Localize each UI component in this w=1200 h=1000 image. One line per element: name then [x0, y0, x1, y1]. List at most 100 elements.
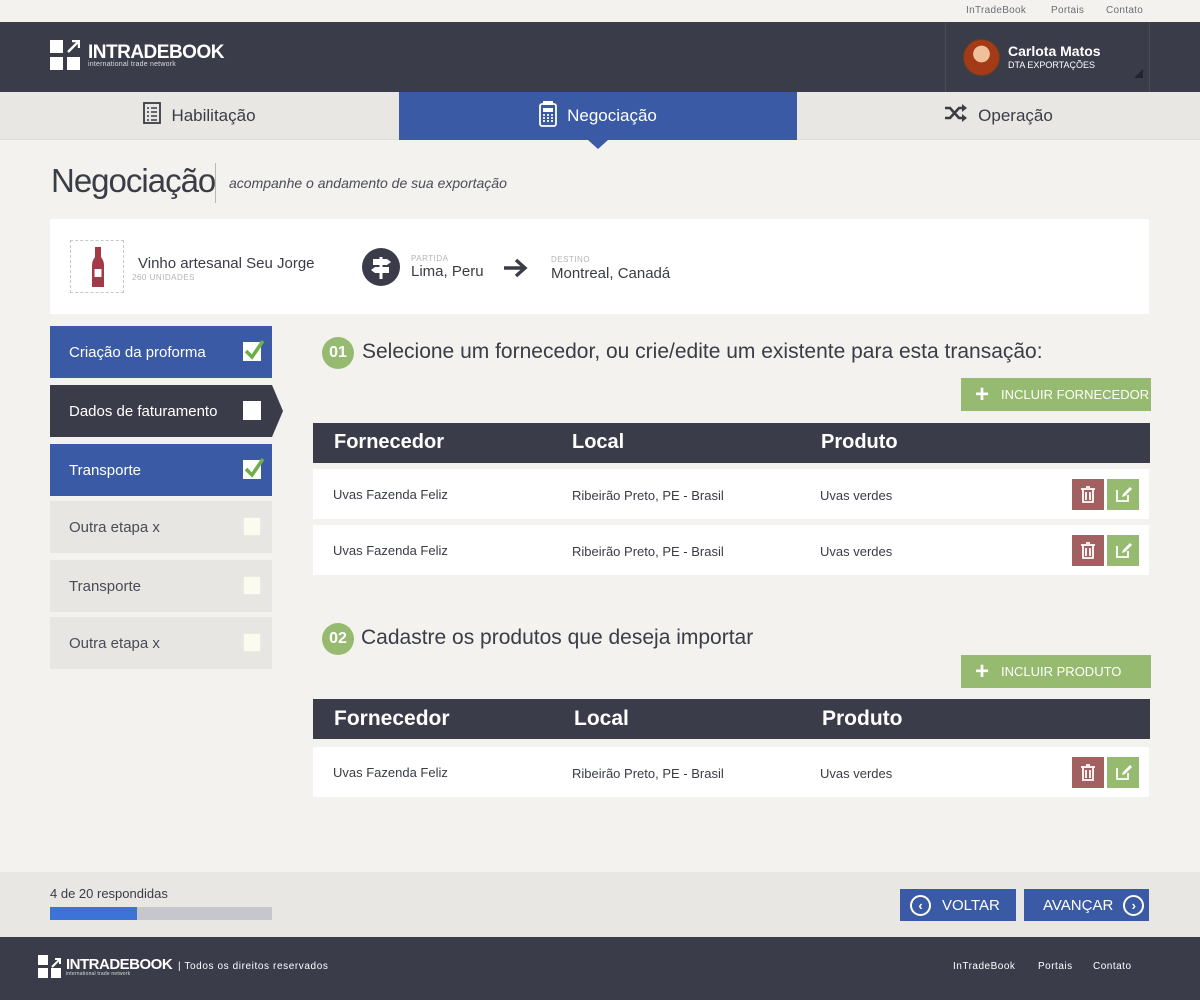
cell-supplier: Uvas Fazenda Feliz	[333, 543, 448, 558]
back-label: VOLTAR	[942, 896, 1000, 914]
plus-icon: +	[975, 657, 990, 685]
edit-button[interactable]	[1107, 479, 1139, 510]
table-row[interactable]: Uvas Fazenda Feliz Ribeirão Preto, PE - …	[313, 747, 1149, 797]
user-role: DTA EXPORTAÇÕES	[1008, 60, 1096, 70]
next-label: AVANÇAR	[1043, 896, 1114, 914]
add-product-label: INCLUIR PRODUTO	[1001, 664, 1122, 679]
delete-button[interactable]	[1072, 479, 1104, 510]
main-tabs: Habilitação Negociação Operação	[0, 92, 1200, 149]
add-supplier-button[interactable]: + INCLUIR FORNECEDOR	[961, 378, 1151, 411]
logo-mark-icon	[38, 955, 61, 978]
chevron-right-icon: ›	[1123, 894, 1145, 916]
trash-icon	[1081, 486, 1095, 503]
step-label: Criação da proforma	[69, 343, 206, 361]
cell-supplier: Uvas Fazenda Feliz	[333, 765, 448, 780]
column-header-location: Local	[572, 431, 625, 453]
signpost-icon	[362, 248, 400, 286]
step-checkbox[interactable]	[243, 633, 261, 652]
cell-product: Uvas verdes	[820, 488, 893, 503]
delete-button[interactable]	[1072, 757, 1104, 788]
step-checkbox[interactable]	[243, 576, 261, 595]
edit-icon	[1116, 487, 1132, 502]
step-checkbox[interactable]	[243, 517, 261, 536]
step-outra-etapa-2[interactable]: Outra etapa x	[50, 617, 272, 669]
cell-location: Ribeirão Preto, PE - Brasil	[572, 488, 724, 503]
edit-icon	[1116, 543, 1132, 558]
step-label: Transporte	[69, 577, 141, 595]
column-header-supplier: Fornecedor	[334, 431, 445, 453]
column-header-product: Produto	[821, 431, 898, 453]
tab-label: Operação	[978, 105, 1053, 125]
cell-supplier: Uvas Fazenda Feliz	[333, 487, 448, 502]
top-link-contato[interactable]: Contato	[1106, 5, 1143, 16]
title-divider	[215, 163, 216, 203]
top-link-portais[interactable]: Portais	[1051, 5, 1084, 16]
section-number-badge: 01	[322, 337, 354, 369]
tab-operacao[interactable]: Operação	[797, 92, 1200, 139]
tab-label: Habilitação	[171, 105, 256, 125]
delete-button[interactable]	[1072, 535, 1104, 566]
add-product-button[interactable]: + INCLUIR PRODUTO	[961, 655, 1151, 688]
tab-label: Negociação	[567, 106, 657, 125]
logo[interactable]: INTRADEBOOK international trade network	[50, 39, 224, 70]
dropdown-corner-icon[interactable]	[1134, 69, 1143, 78]
table-row[interactable]: Uvas Fazenda Feliz Ribeirão Preto, PE - …	[313, 469, 1149, 519]
top-links: InTradeBook Portais Contato	[0, 0, 1200, 22]
step-criacao-proforma[interactable]: Criação da proforma	[50, 326, 272, 378]
column-header-location: Local	[574, 707, 629, 730]
product-units: 260 UNIDADES	[132, 273, 195, 282]
header: INTRADEBOOK international trade network …	[0, 22, 1200, 92]
plus-icon: +	[975, 380, 990, 408]
product-name: Vinho artesanal Seu Jorge	[138, 255, 315, 272]
footer-link-portais[interactable]: Portais	[1038, 961, 1073, 972]
column-header-product: Produto	[822, 707, 903, 730]
cell-location: Ribeirão Preto, PE - Brasil	[572, 544, 724, 559]
step-label: Outra etapa x	[69, 518, 160, 536]
step-checkbox[interactable]	[243, 457, 265, 479]
step-label: Dados de faturamento	[69, 402, 218, 420]
logo-name: INTRADEBOOK	[88, 41, 224, 63]
tab-negociacao[interactable]: Negociação	[399, 92, 797, 149]
progress-track	[50, 907, 272, 920]
product-card: Vinho artesanal Seu Jorge 260 UNIDADES P…	[50, 219, 1149, 314]
footer-logo-name: INTRADEBOOK	[66, 955, 173, 973]
step-label: Outra etapa x	[69, 634, 160, 652]
footer: INTRADEBOOK international trade network …	[0, 937, 1200, 1000]
add-supplier-label: INCLUIR FORNECEDOR	[1001, 387, 1150, 402]
avatar	[963, 39, 1000, 76]
edit-button[interactable]	[1107, 535, 1139, 566]
cell-location: Ribeirão Preto, PE - Brasil	[572, 766, 724, 781]
destination-label: DESTINO	[551, 255, 591, 264]
arrow-right-icon	[502, 257, 530, 284]
section-title: Cadastre os produtos que deseja importar	[361, 626, 754, 649]
step-checkbox[interactable]	[243, 339, 265, 361]
shuffle-icon	[944, 104, 968, 127]
cell-product: Uvas verdes	[820, 766, 893, 781]
calculator-icon	[539, 100, 558, 132]
destination-value: Montreal, Canadá	[551, 265, 671, 282]
product-image	[70, 240, 124, 293]
step-checkbox[interactable]	[243, 401, 261, 420]
column-header-supplier: Fornecedor	[334, 707, 450, 730]
origin-label: PARTIDA	[411, 254, 449, 263]
user-menu[interactable]: Carlota Matos DTA EXPORTAÇÕES	[945, 22, 1150, 92]
tab-habilitacao[interactable]: Habilitação	[0, 92, 399, 139]
step-dados-faturamento[interactable]: Dados de faturamento	[50, 385, 283, 437]
footer-logo[interactable]: INTRADEBOOK international trade network	[38, 955, 173, 978]
footer-link-intradebook[interactable]: InTradeBook	[953, 961, 1015, 972]
table-row[interactable]: Uvas Fazenda Feliz Ribeirão Preto, PE - …	[313, 525, 1149, 575]
next-button[interactable]: AVANÇAR ›	[1024, 889, 1149, 921]
page-title: Negociação	[51, 162, 216, 199]
back-button[interactable]: ‹ VOLTAR	[900, 889, 1016, 921]
table-header: Fornecedor Local Produto	[313, 699, 1150, 739]
logo-mark-icon	[50, 39, 81, 70]
footer-link-contato[interactable]: Contato	[1093, 961, 1132, 972]
step-outra-etapa[interactable]: Outra etapa x	[50, 501, 272, 553]
chevron-left-icon: ‹	[910, 894, 931, 916]
step-transporte[interactable]: Transporte	[50, 444, 272, 496]
section-number-badge: 02	[322, 623, 354, 655]
top-link-intradebook[interactable]: InTradeBook	[966, 5, 1026, 16]
progress-fill	[50, 907, 137, 920]
step-transporte-2[interactable]: Transporte	[50, 560, 272, 612]
edit-button[interactable]	[1107, 757, 1139, 788]
